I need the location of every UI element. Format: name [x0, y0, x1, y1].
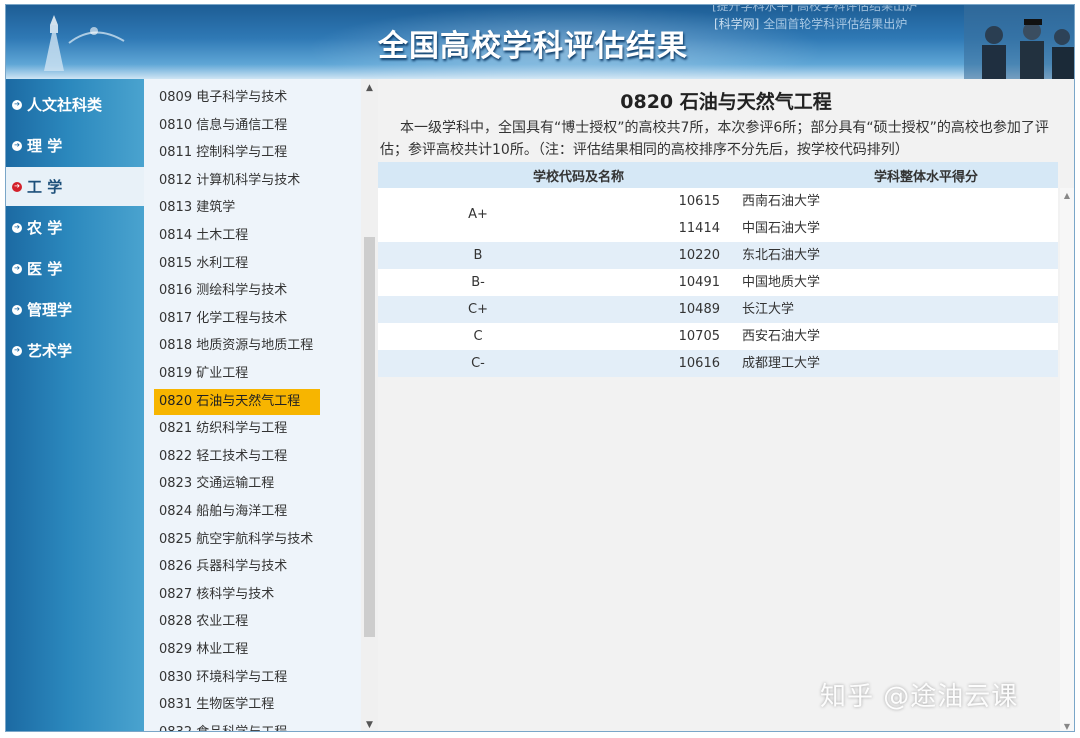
subject-item[interactable]: 0829 林业工程 — [154, 637, 326, 663]
subject-heading: 0820 石油与天然气工程 — [620, 91, 832, 113]
subject-item[interactable]: 0826 兵器科学与技术 — [154, 554, 326, 580]
school-name: 东北石油大学 — [742, 248, 821, 263]
table-row: C 10705 西安石油大学 — [378, 323, 1058, 350]
school-name: 西南石油大学 — [742, 194, 821, 209]
category-humanities[interactable]: ➔ 人文社科类 — [6, 85, 144, 124]
results-table-header: 学校代码及名称 学科整体水平得分 — [378, 162, 1058, 188]
arrow-bullet-icon: ➔ — [12, 263, 22, 274]
school-name: 中国石油大学 — [742, 221, 821, 236]
grade-cell: B- — [471, 275, 485, 290]
page-frame: [提升学科水平] 高校学科评估结果出炉 全国高校学科评估结果 [科学网] 全国首… — [5, 4, 1075, 732]
subject-item[interactable]: 0827 核科学与技术 — [154, 582, 326, 608]
category-engineering[interactable]: ➔ 工 学 — [6, 167, 144, 206]
scroll-up-icon[interactable]: ▲ — [361, 79, 378, 96]
monument-icon — [44, 15, 125, 71]
banner-news[interactable]: [科学网] 全国首轮学科评估结果出炉 — [714, 15, 907, 32]
subject-item[interactable]: 0813 建筑学 — [154, 195, 326, 221]
results-scrollbar[interactable]: ▲ ▼ — [1060, 188, 1074, 731]
grade-cell: A+ — [468, 207, 488, 222]
column-school: 学校代码及名称 — [533, 169, 625, 185]
arrow-bullet-icon: ➔ — [12, 140, 22, 151]
arrow-bullet-icon: ➔ — [12, 222, 22, 233]
subject-item[interactable]: 0821 纺织科学与工程 — [154, 416, 326, 442]
scroll-down-icon[interactable]: ▼ — [1060, 719, 1074, 731]
subject-item[interactable]: 0812 计算机科学与技术 — [154, 168, 326, 194]
subject-item[interactable]: 0816 测绘科学与技术 — [154, 278, 326, 304]
subject-item[interactable]: 0810 信息与通信工程 — [154, 113, 326, 139]
school-code: 10705 — [678, 329, 720, 344]
category-management[interactable]: ➔ 管理学 — [6, 290, 144, 329]
school-code: 10615 — [678, 194, 720, 209]
news-headline[interactable]: 全国首轮学科评估结果出炉 — [759, 17, 907, 31]
school-code: 11414 — [678, 221, 720, 236]
graduates-image — [964, 5, 1074, 79]
subject-item[interactable]: 0831 生物医学工程 — [154, 692, 326, 718]
arrow-bullet-icon: ➔ — [12, 345, 22, 356]
scroll-up-icon[interactable]: ▲ — [1060, 188, 1074, 202]
watermark-text: 知乎 @途油云课 — [820, 682, 1019, 712]
school-code: 10489 — [678, 302, 720, 317]
subject-description: 本一级学科中，全国具有“博士授权”的高校共7所，本次参评6所；部分具有“硕士授权… — [380, 120, 1049, 158]
school-name: 中国地质大学 — [742, 275, 821, 290]
subject-item[interactable]: 0809 电子科学与技术 — [154, 85, 326, 111]
school-code: 10220 — [678, 248, 720, 263]
category-medicine[interactable]: ➔ 医 学 — [6, 249, 144, 288]
arrow-bullet-icon: ➔ — [12, 181, 22, 192]
subject-item[interactable]: 0814 土木工程 — [154, 223, 326, 249]
category-label: 医 学 — [27, 260, 63, 278]
table-row: B- 10491 中国地质大学 — [378, 269, 1058, 296]
header-banner: [提升学科水平] 高校学科评估结果出炉 全国高校学科评估结果 [科学网] 全国首… — [6, 5, 1074, 79]
category-label: 理 学 — [27, 137, 63, 155]
school-code: 10491 — [678, 275, 720, 290]
page-title: 全国高校学科评估结果 — [378, 29, 688, 64]
subject-item[interactable]: 0832 食品科学与工程 — [154, 720, 326, 731]
scrollbar-thumb[interactable] — [364, 237, 375, 637]
category-label: 艺术学 — [27, 342, 73, 360]
subject-item[interactable]: 0822 轻工技术与工程 — [154, 444, 326, 470]
subject-item[interactable]: 0817 化学工程与技术 — [154, 306, 326, 332]
banner-top-link[interactable]: [提升学科水平] 高校学科评估结果出炉 — [712, 5, 917, 14]
results-panel: 0820 石油与天然气工程 本一级学科中，全国具有“博士授权”的高校共7所，本次… — [378, 79, 1074, 731]
grade-cell: B — [473, 248, 483, 263]
subject-item[interactable]: 0811 控制科学与工程 — [154, 140, 326, 166]
category-label: 农 学 — [27, 219, 63, 237]
grade-cell: C- — [471, 356, 485, 371]
subject-item[interactable]: 0819 矿业工程 — [154, 361, 326, 387]
category-science[interactable]: ➔ 理 学 — [6, 126, 144, 165]
category-agriculture[interactable]: ➔ 农 学 — [6, 208, 144, 247]
table-row: C+ 10489 长江大学 — [378, 296, 1058, 323]
grade-cell: C — [473, 329, 483, 344]
arrow-bullet-icon: ➔ — [12, 304, 22, 315]
subject-item-selected[interactable]: 0820 石油与天然气工程 — [154, 388, 320, 415]
grade-cell: C+ — [468, 302, 488, 317]
table-row: B 10220 东北石油大学 — [378, 242, 1058, 269]
arrow-bullet-icon: ➔ — [12, 99, 22, 110]
subject-item[interactable]: 0823 交通运输工程 — [154, 471, 326, 497]
category-label: 管理学 — [27, 301, 73, 319]
category-label: 人文社科类 — [27, 96, 103, 114]
school-name: 成都理工大学 — [742, 356, 821, 371]
scroll-down-icon[interactable]: ▼ — [361, 716, 378, 731]
subject-list: 0809 电子科学与技术 0810 信息与通信工程 0811 控制科学与工程 0… — [144, 79, 378, 731]
table-row: A+ 10615 西南石油大学 11414 中国石油大学 — [378, 188, 1058, 242]
school-name: 西安石油大学 — [742, 329, 821, 344]
school-code: 10616 — [678, 356, 720, 371]
category-label: 工 学 — [27, 178, 63, 196]
subject-item[interactable]: 0828 农业工程 — [154, 609, 326, 635]
school-name: 长江大学 — [742, 302, 795, 317]
category-sidebar: ➔ 人文社科类 ➔ 理 学 ➔ 工 学 ➔ 农 学 ➔ 医 学 ➔ 管理学 ➔ 艺术学 — [6, 79, 144, 731]
subject-scrollbar[interactable]: ▲ ▼ — [361, 79, 378, 731]
subject-item[interactable]: 0818 地质资源与地质工程 — [154, 333, 326, 359]
subject-item[interactable]: 0824 船舶与海洋工程 — [154, 499, 326, 525]
column-score: 学科整体水平得分 — [874, 169, 979, 185]
table-row: C- 10616 成都理工大学 — [378, 350, 1058, 377]
subject-item[interactable]: 0815 水利工程 — [154, 251, 326, 277]
subject-item[interactable]: 0825 航空宇航科学与技术 — [154, 527, 326, 553]
category-arts[interactable]: ➔ 艺术学 — [6, 331, 144, 370]
news-source[interactable]: [科学网] — [714, 17, 759, 31]
subject-item[interactable]: 0830 环境科学与工程 — [154, 665, 326, 691]
